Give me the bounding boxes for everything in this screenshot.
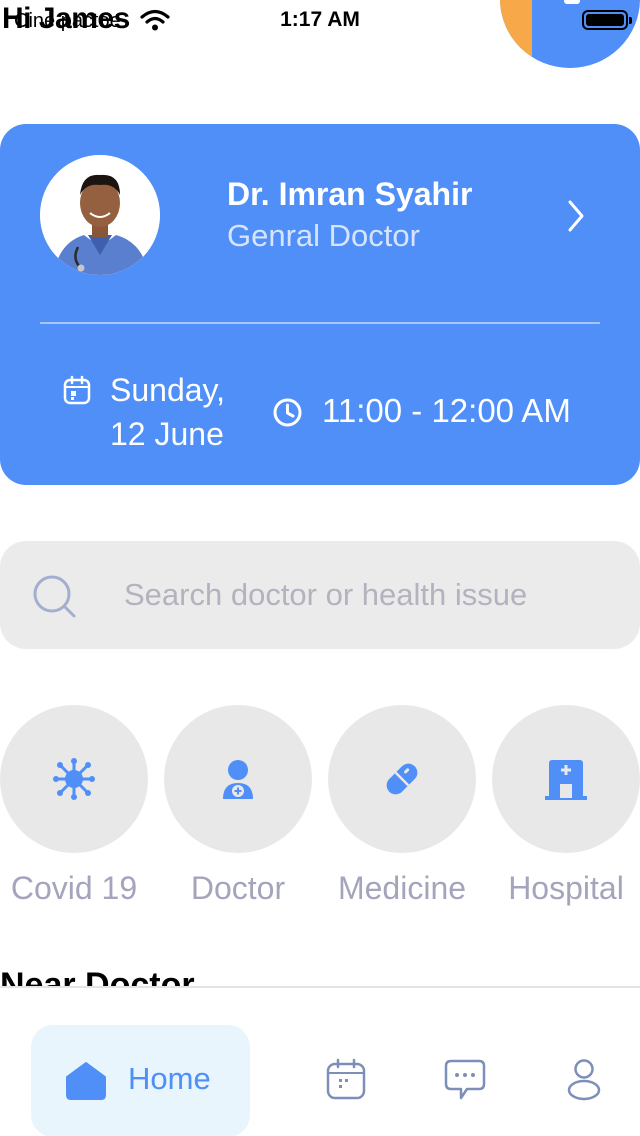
battery-icon — [582, 10, 632, 30]
doctor-icon — [223, 760, 253, 799]
appointment-day: Sunday, — [110, 372, 226, 408]
appointment-day-month: 12 June — [110, 416, 224, 452]
category-hospital[interactable]: Hospital — [492, 705, 640, 907]
doctor-avatar — [40, 155, 160, 275]
category-doctor[interactable]: Doctor — [164, 705, 312, 907]
category-label: Doctor — [190, 870, 286, 906]
category-covid-19[interactable]: Covid 19 — [0, 705, 148, 907]
appointment-card[interactable]: Dr. Imran Syahir Genral Doctor Sunday, 1… — [0, 124, 640, 485]
tab-home-label: Home — [128, 1061, 211, 1096]
search-input[interactable] — [124, 567, 624, 623]
search-icon — [33, 575, 76, 618]
category-label: Hospital — [508, 870, 624, 906]
virus-icon — [53, 758, 95, 800]
calendar-icon[interactable] — [326, 1058, 366, 1100]
category-medicine[interactable]: Medicine — [328, 705, 476, 907]
pill-icon — [386, 763, 418, 795]
doctor-name: Dr. Imran Syahir — [227, 176, 473, 212]
chat-icon[interactable] — [443, 1058, 487, 1102]
search-bar[interactable] — [0, 541, 640, 649]
card-divider — [40, 322, 600, 324]
tab-home[interactable]: Home — [31, 1025, 250, 1136]
doctor-role: Genral Doctor — [227, 218, 420, 253]
profile-icon[interactable] — [566, 1058, 602, 1102]
chevron-right-icon[interactable] — [562, 196, 588, 236]
category-circle[interactable] — [0, 705, 148, 853]
category-circle[interactable] — [328, 705, 476, 853]
doctor-photo — [40, 155, 160, 275]
calendar-icon — [63, 375, 91, 405]
appointment-date: Sunday, 12 June — [110, 368, 225, 456]
category-label: Covid 19 — [10, 870, 138, 906]
category-circle[interactable] — [164, 705, 312, 853]
category-label: Medicine — [337, 870, 467, 906]
hospital-icon — [545, 760, 587, 800]
bottom-tab-bar: Home — [0, 986, 640, 1136]
home-icon — [66, 1062, 106, 1100]
appointment-time: 11:00 - 12:00 AM — [322, 392, 571, 429]
status-bar: Cine pactoe Hi James 1:17 AM — [0, 0, 640, 68]
category-circle[interactable] — [492, 705, 640, 853]
clock-icon — [273, 398, 302, 427]
